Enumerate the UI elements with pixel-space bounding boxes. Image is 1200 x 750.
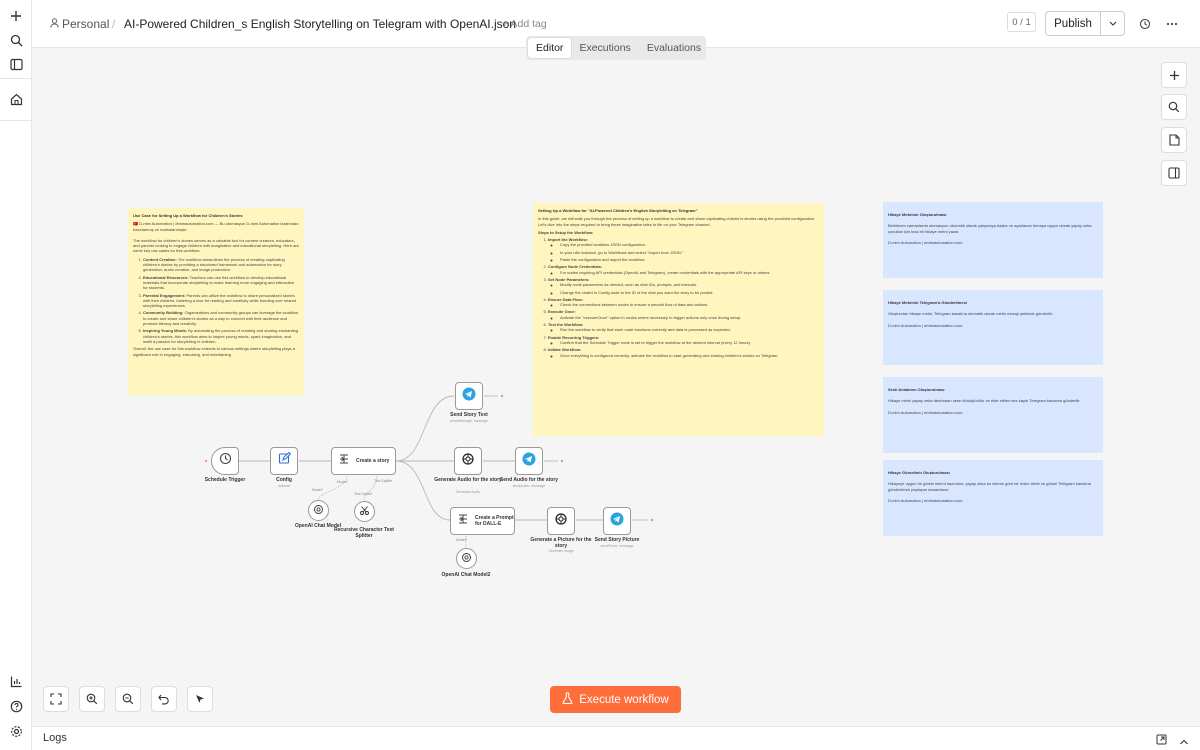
telegram-icon [462, 387, 476, 406]
tab-editor[interactable]: Editor [528, 38, 572, 58]
chevron-up-icon[interactable] [1179, 733, 1189, 750]
logs-bar[interactable]: Logs [32, 726, 1200, 750]
settings-icon[interactable] [6, 721, 26, 741]
node-label-model2: OpenAI Chat Model2 [441, 572, 491, 578]
agent-icon [457, 512, 469, 530]
node-label-prompt: Create a Prompt for DALL-E [475, 515, 514, 527]
send-story-text-node[interactable] [455, 382, 483, 410]
clock-icon [219, 452, 232, 470]
agent-icon [338, 452, 350, 470]
node-label-gen-audio: Generate Audio for the story [434, 477, 502, 483]
execute-workflow-button[interactable]: Execute workflow [550, 686, 681, 713]
search-icon[interactable] [6, 30, 26, 50]
left-sidebar [0, 0, 32, 750]
chart-icon[interactable] [6, 671, 26, 691]
zoom-out-icon[interactable] [115, 686, 141, 712]
connector-label-model: Model* [312, 488, 323, 492]
openai-icon [313, 502, 324, 520]
node-label-send-text: Send Story Text [450, 412, 488, 418]
config-node[interactable] [270, 447, 298, 475]
workflow-canvas[interactable]: Use Case for Setting Up a Workflow for C… [32, 48, 1200, 726]
openai-icon [461, 452, 475, 471]
undo-icon[interactable] [151, 686, 177, 712]
node-label-send-pic: Send Story Picture [594, 537, 640, 543]
panel-icon[interactable] [6, 54, 26, 74]
version-counter: 0 / 1 [1007, 12, 1036, 32]
node-sub-send-pic: sendPhoto: message [600, 544, 634, 548]
chevron-down-icon[interactable] [1101, 12, 1124, 35]
zoom-in-icon[interactable] [79, 686, 105, 712]
node-sub-gen-pic: Generate Image [548, 549, 574, 553]
node-label-story: Create a story [356, 458, 390, 464]
tab-executions[interactable]: Executions [571, 38, 638, 58]
text-splitter-node[interactable] [354, 501, 375, 522]
logs-label: Logs [43, 732, 67, 744]
telegram-icon [522, 452, 536, 471]
execute-label: Execute workflow [579, 693, 669, 706]
openai-chat-model2-node[interactable] [456, 548, 477, 569]
add-tag-button[interactable]: + Add tag [502, 17, 547, 31]
home-icon[interactable] [6, 89, 26, 109]
node-sub-send-audio: sendAudio: message [512, 484, 546, 488]
help-icon[interactable] [6, 696, 26, 716]
node-sub-send-text: sendMessage: message [450, 419, 488, 423]
openai-icon [554, 512, 568, 531]
flask-icon [562, 692, 573, 707]
generate-picture-node[interactable] [547, 507, 575, 535]
publish-button[interactable]: Publish [1046, 12, 1101, 35]
generate-audio-node[interactable] [454, 447, 482, 475]
pop-out-icon[interactable] [1156, 732, 1167, 750]
project-breadcrumb[interactable]: Personal [62, 17, 109, 31]
openai-icon [461, 550, 472, 568]
sidebar-divider [0, 120, 32, 121]
node-label-config: Config [276, 477, 292, 483]
connector-label-model-top: Model* [337, 480, 348, 484]
openai-chat-model-node[interactable] [308, 500, 329, 521]
fit-view-icon[interactable] [43, 686, 69, 712]
breadcrumb-separator: / [112, 17, 116, 31]
add-icon[interactable] [6, 6, 26, 26]
workflow-title[interactable]: AI-Powered Children_s English Storytelli… [124, 17, 516, 31]
node-label-send-audio: Send Audio for the story [499, 477, 559, 483]
history-icon[interactable] [1139, 17, 1151, 35]
send-picture-node[interactable] [603, 507, 631, 535]
publish-group: Publish [1045, 11, 1125, 36]
telegram-icon [610, 512, 624, 531]
tidy-up-icon[interactable] [187, 686, 213, 712]
connector-label-splitter-top: Text Splitter [374, 479, 393, 483]
connector-label-model-alt: Model* [456, 538, 467, 542]
connections-layer [204, 394, 654, 548]
connector-label-text-splitter: Text Splitter [354, 492, 373, 496]
create-story-node[interactable]: Create a story [331, 447, 396, 475]
sidebar-divider [0, 78, 32, 79]
node-sub-gen-audio: Generate Audio [455, 490, 481, 494]
tab-evaluations[interactable]: Evaluations [639, 38, 709, 58]
send-audio-node[interactable] [515, 447, 543, 475]
more-options-icon[interactable] [1166, 17, 1178, 35]
node-label-splitter: Recursive Character Text Splitter [334, 527, 394, 539]
user-icon [50, 17, 59, 31]
node-sub-config: manual [278, 484, 290, 488]
view-tabs: Editor Executions Evaluations [526, 36, 706, 60]
create-prompt-node[interactable]: Create a Prompt for DALL-E [450, 507, 515, 535]
scissors-icon [359, 503, 370, 521]
schedule-trigger-node[interactable] [211, 447, 239, 475]
edit-pencil-icon [278, 451, 291, 470]
